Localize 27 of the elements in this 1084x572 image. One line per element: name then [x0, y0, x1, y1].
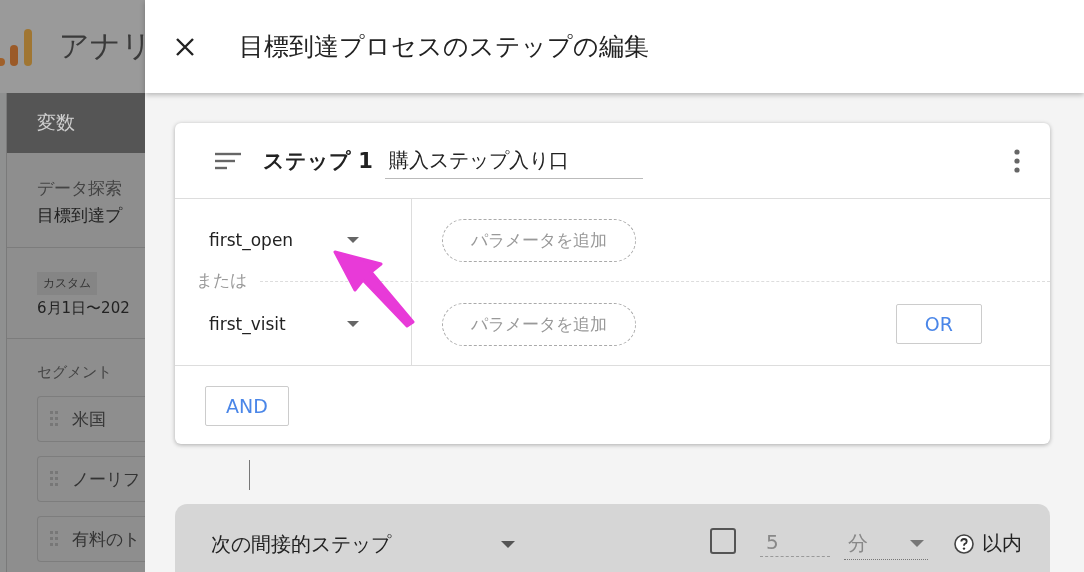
dropdown-caret-icon	[501, 541, 515, 548]
date-range: 6月1日〜202	[37, 299, 131, 318]
date-chip: カスタム	[37, 272, 97, 295]
help-icon[interactable]	[954, 534, 974, 554]
within-label: 以内	[982, 530, 1022, 557]
sort-lines-icon	[215, 151, 241, 170]
step-mode-dropdown[interactable]: 次の間接的ステップ	[211, 531, 515, 558]
or-button[interactable]: OR	[895, 304, 982, 344]
dropdown-caret-icon	[347, 237, 359, 243]
close-icon	[175, 36, 195, 57]
dialog-title: 目標到達プロセスのステップの編集	[239, 31, 649, 63]
and-button[interactable]: AND	[205, 386, 289, 426]
add-parameter-button[interactable]: パラメータを追加	[442, 302, 636, 346]
add-parameter-button[interactable]: パラメータを追加	[442, 218, 636, 262]
time-unit-dropdown[interactable]: 分	[844, 528, 928, 560]
dropdown-caret-icon	[347, 321, 359, 327]
time-limit-checkbox[interactable]	[710, 528, 736, 554]
event-dropdown[interactable]: first_open	[209, 230, 359, 250]
exploration-name: 目標到達プ	[37, 204, 124, 227]
dropdown-caret-icon	[910, 540, 924, 547]
sidebar-header: 変数	[7, 93, 145, 153]
more-vertical-icon	[1014, 148, 1020, 173]
event-dropdown[interactable]: first_visit	[209, 314, 359, 334]
exploration-label: データ探索	[37, 177, 123, 200]
app-title: アナリ	[59, 27, 145, 65]
step-label: ステップ 1	[263, 147, 373, 175]
segments-label: セグメント	[37, 363, 113, 382]
